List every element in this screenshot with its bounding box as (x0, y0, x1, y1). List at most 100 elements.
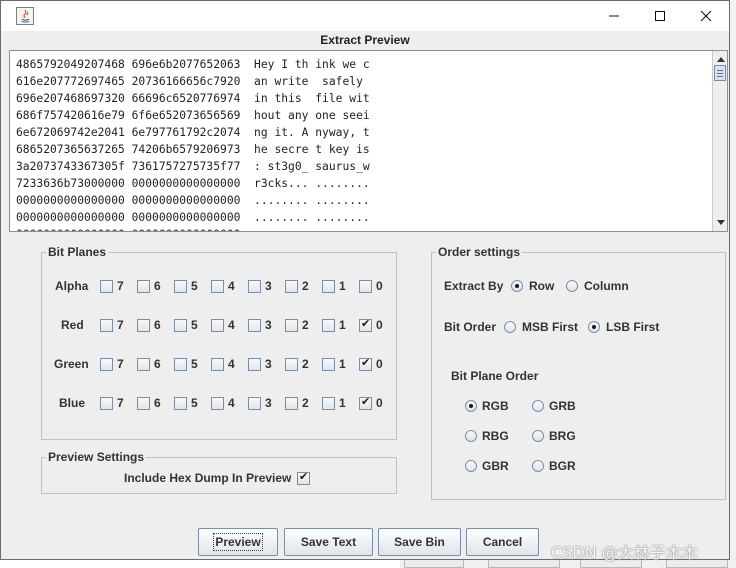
bit-number-label: 7 (117, 357, 124, 371)
save-text-button-label: Save Text (300, 535, 357, 549)
bit-number-label: 4 (228, 357, 235, 371)
cancel-button[interactable]: Cancel (466, 528, 539, 556)
preview-line: 696e207468697320 66696c6520776974 in thi… (16, 92, 370, 105)
order-gbr-radio[interactable] (465, 460, 477, 472)
bit-number-label: 3 (265, 279, 272, 293)
bit-plane-checkbox[interactable] (285, 358, 298, 371)
bit-plane-checkbox[interactable] (137, 358, 150, 371)
order-brg-radio[interactable] (532, 430, 544, 442)
scroll-down-arrow-icon[interactable] (714, 215, 727, 229)
minimize-icon (609, 15, 619, 17)
bit-plane-checkbox[interactable] (174, 280, 187, 293)
minimize-button[interactable] (591, 1, 637, 31)
bit-plane-checkbox[interactable] (322, 397, 335, 410)
preview-line: 0000000000000000 0000000000000000 ......… (16, 211, 370, 224)
bit-plane-checkbox[interactable] (359, 395, 372, 410)
bit-plane-checkbox[interactable] (248, 358, 261, 371)
bit-plane-checkbox[interactable] (285, 397, 298, 410)
extract-by-column-radio[interactable] (566, 280, 578, 292)
bit-plane-checkbox[interactable] (285, 319, 298, 332)
bit-plane-checkbox[interactable] (174, 358, 187, 371)
bit-plane-checkbox[interactable] (100, 319, 113, 332)
bit-plane-checkbox[interactable] (322, 358, 335, 371)
include-hex-dump-checkbox[interactable] (297, 470, 310, 485)
bit-plane-checkbox[interactable] (211, 358, 224, 371)
extract-by-row-label[interactable]: Row (529, 279, 554, 293)
preview-settings-title: Preview Settings (46, 449, 147, 465)
bit-plane-checkbox[interactable] (100, 358, 113, 371)
preview-line: 616e207772697465 20736166656c7920 an wri… (16, 75, 370, 88)
bit-plane-checkbox[interactable] (248, 397, 261, 410)
order-grb-label[interactable]: GRB (549, 399, 576, 413)
order-bgr-radio[interactable] (532, 460, 544, 472)
extract-by-column-label[interactable]: Column (584, 279, 629, 293)
bit-plane-checkbox[interactable] (174, 397, 187, 410)
bit-number-label: 3 (265, 318, 272, 332)
order-bgr-label[interactable]: BGR (549, 459, 576, 473)
bit-number-label: 5 (191, 279, 198, 293)
preview-line: 7233636b73000000 0000000000000000 r3cks.… (16, 177, 370, 190)
bit-plane-checkbox[interactable] (248, 280, 261, 293)
bit-plane-order-label: Bit Plane Order (451, 369, 539, 383)
close-icon (700, 10, 712, 22)
bit-plane-checkbox[interactable] (137, 397, 150, 410)
include-hex-dump-label: Include Hex Dump In Preview (124, 471, 292, 485)
bit-plane-checkbox[interactable] (322, 280, 335, 293)
lsb-first-radio[interactable] (588, 321, 600, 333)
bit-plane-checkbox[interactable] (211, 397, 224, 410)
bit-plane-checkbox[interactable] (100, 397, 113, 410)
watermark-text: CSDN @大林子木木 (551, 543, 698, 562)
bit-number-label: 4 (228, 279, 235, 293)
save-bin-button[interactable]: Save Bin (378, 528, 461, 556)
bit-plane-checkbox[interactable] (248, 319, 261, 332)
preview-line: 0000000000000000 0000000000000000 ......… (16, 226, 370, 231)
order-rgb-radio[interactable] (465, 400, 477, 412)
maximize-button[interactable] (637, 1, 683, 31)
bit-plane-checkbox[interactable] (285, 280, 298, 293)
bit-number-label: 7 (117, 318, 124, 332)
bit-planes-title: Bit Planes (46, 244, 109, 260)
scroll-up-arrow-icon[interactable] (714, 52, 727, 66)
close-button[interactable] (683, 1, 729, 31)
extract-by-row-radio[interactable] (511, 280, 523, 292)
bit-plane-checkbox[interactable] (359, 356, 372, 371)
bit-plane-checkbox[interactable] (211, 319, 224, 332)
order-grb-radio[interactable] (532, 400, 544, 412)
order-rbg-label[interactable]: RBG (482, 429, 509, 443)
order-gbr-label[interactable]: GBR (482, 459, 509, 473)
bit-number-label: 0 (376, 357, 383, 371)
bit-plane-checkbox[interactable] (322, 319, 335, 332)
bit-number-label: 2 (302, 357, 309, 371)
bit-plane-checkbox[interactable] (211, 280, 224, 293)
preview-line: 4865792049207468 696e6b2077652063 Hey I … (16, 58, 370, 71)
bit-number-label: 2 (302, 318, 309, 332)
preview-line: 6e672069742e2041 6e797761792c2074 ng it.… (16, 126, 370, 139)
bit-plane-checkbox[interactable] (137, 280, 150, 293)
bit-plane-row-label: Red (61, 318, 84, 332)
save-text-button[interactable]: Save Text (284, 528, 373, 556)
title-bar[interactable] (1, 1, 729, 31)
preview-text-area[interactable]: 4865792049207468 696e6b2077652063 Hey I … (9, 50, 728, 232)
java-app-icon (16, 7, 34, 25)
dialog-title: Extract Preview (320, 33, 410, 47)
vertical-scrollbar[interactable] (712, 51, 727, 231)
bit-number-label: 3 (265, 396, 272, 410)
bit-plane-checkbox[interactable] (359, 317, 372, 332)
maximize-icon (655, 11, 665, 21)
bit-plane-checkbox[interactable] (174, 319, 187, 332)
scrollbar-thumb[interactable] (714, 65, 726, 81)
cancel-button-label: Cancel (482, 535, 523, 549)
bit-plane-checkbox[interactable] (100, 280, 113, 293)
msb-first-label[interactable]: MSB First (522, 320, 578, 334)
msb-first-radio[interactable] (504, 321, 516, 333)
order-rgb-label[interactable]: RGB (482, 399, 509, 413)
bit-plane-checkbox[interactable] (359, 280, 372, 293)
bit-plane-checkbox[interactable] (137, 319, 150, 332)
bit-number-label: 5 (191, 318, 198, 332)
bit-number-label: 4 (228, 396, 235, 410)
order-brg-label[interactable]: BRG (549, 429, 576, 443)
preview-line: 6865207365637265 74206b6579206973 he sec… (16, 143, 370, 156)
order-rbg-radio[interactable] (465, 430, 477, 442)
lsb-first-label[interactable]: LSB First (606, 320, 659, 334)
preview-button[interactable]: Preview (198, 528, 278, 556)
